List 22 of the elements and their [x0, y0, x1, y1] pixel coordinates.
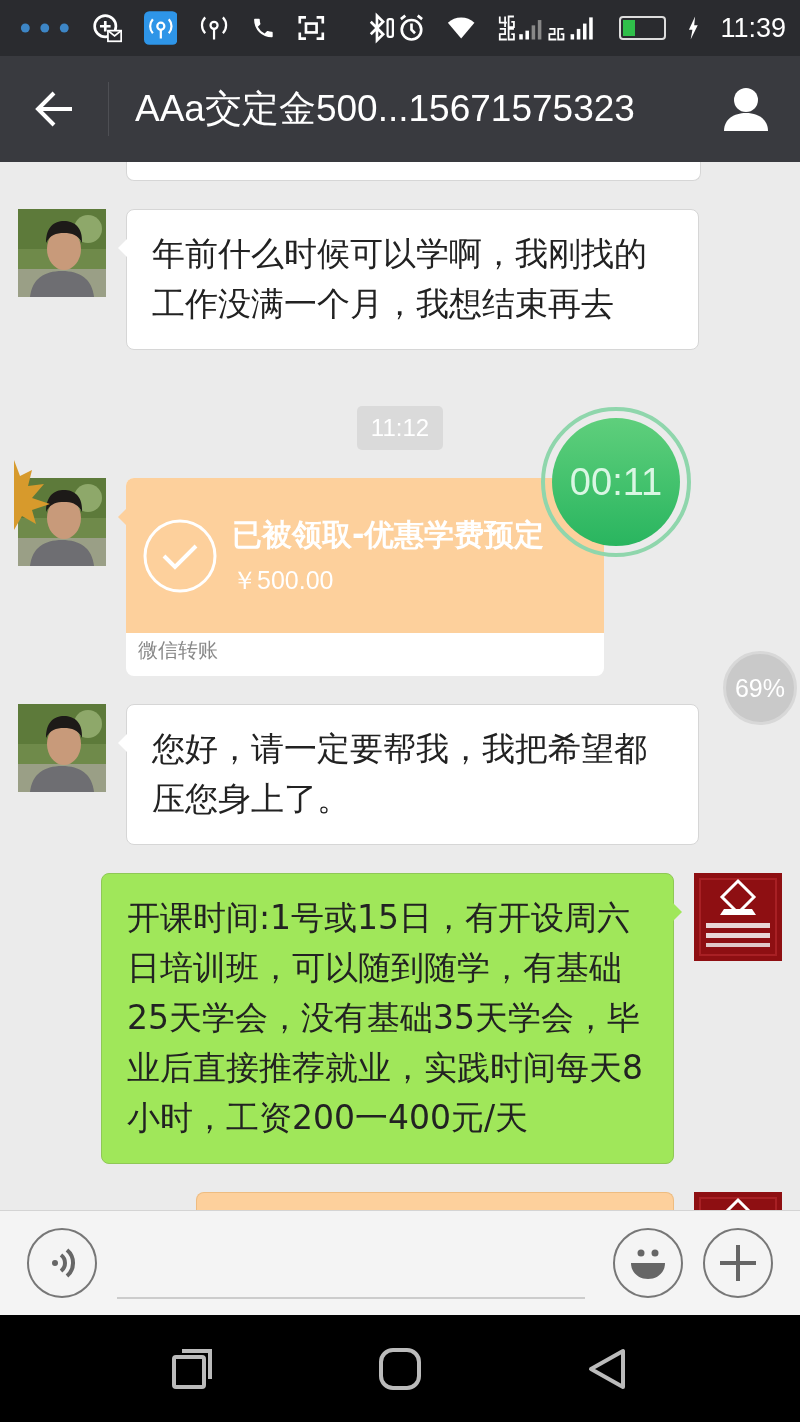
voice-button[interactable]: [27, 1228, 97, 1298]
emoji-button[interactable]: [613, 1228, 683, 1298]
bluetooth-alarm-icon: [368, 12, 426, 44]
battery-icon: [618, 16, 666, 40]
check-icon: [142, 517, 218, 594]
chat-title: AAa交定金500...15671575323: [135, 87, 636, 131]
hotspot-icon: [143, 9, 178, 47]
transfer-label: 微信转账: [137, 637, 219, 664]
plus-icon: [718, 1243, 758, 1283]
message-bubble: 年前什么时候可以学啊，我刚找的工作没满一个月，我想结束再去: [126, 209, 699, 350]
home-icon[interactable]: [378, 1346, 422, 1391]
more-dots-icon: [20, 22, 70, 34]
screenshot-icon: [298, 14, 325, 42]
message-bubble: 开课时间:1号或15日，有开设周六日培训班，可以随到随学，有基础25天学会，没有基础35天学会，毕业后直接推荐就业，实践时间每天8小时，工资200一400元/天: [101, 873, 674, 1164]
person-icon[interactable]: [722, 85, 770, 133]
transfer-amount: ￥500.00: [232, 564, 335, 596]
timer-text: 00:11: [552, 418, 680, 546]
clock-time: 11:39: [720, 12, 786, 44]
add-button[interactable]: [703, 1228, 773, 1298]
back-icon[interactable]: [34, 89, 74, 129]
add-mail-icon: [91, 11, 122, 45]
message-bubble: 您好，请一定要帮我，我把希望都压您身上了。: [126, 704, 699, 845]
